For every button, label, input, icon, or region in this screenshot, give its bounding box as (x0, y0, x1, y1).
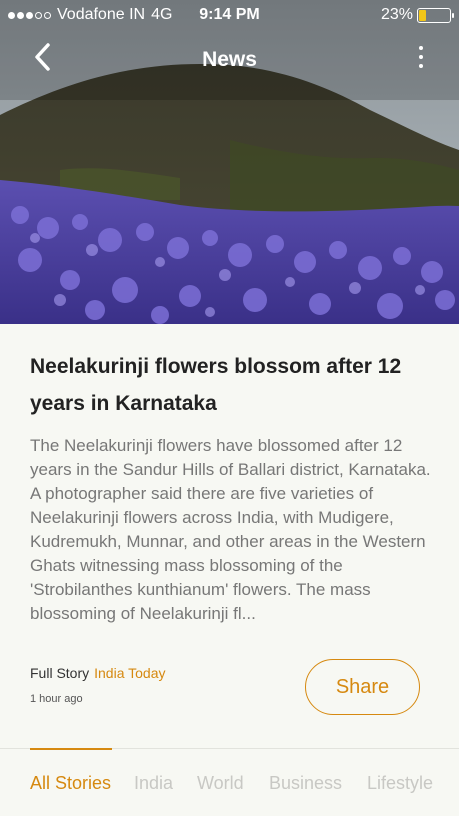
network-type: 4G (151, 6, 173, 23)
tab-world[interactable]: World (197, 773, 244, 794)
carrier-name: Vodafone IN (57, 6, 146, 23)
battery-percent: 23% (380, 6, 413, 23)
tab-india[interactable]: India (134, 773, 173, 794)
nav-bar: News (0, 36, 459, 86)
time-ago: 1 hour ago (30, 693, 83, 705)
full-story-label: Full Story (30, 665, 90, 681)
chevron-left-icon (35, 43, 50, 71)
tab-all-stories[interactable]: All Stories (30, 773, 111, 794)
battery-icon (417, 7, 454, 23)
status-left: Vodafone IN 4G (8, 6, 172, 24)
full-story-line: Full Story India Today (30, 665, 165, 681)
signal-strength-icon (8, 11, 51, 19)
article-headline: Neelakurinji flowers blossom after 12 ye… (30, 355, 402, 415)
share-button[interactable]: Share (305, 659, 420, 715)
status-bar: Vodafone IN 4G 9:14 PM 23% (0, 0, 459, 30)
category-tab-bar: All Stories India World Business Lifesty… (0, 748, 459, 816)
back-button[interactable] (28, 40, 60, 74)
more-options-button[interactable] (413, 42, 429, 72)
nav-title: News (202, 48, 257, 71)
article-meta: Full Story India Today 1 hour ago (30, 665, 165, 705)
status-right: 23% (380, 6, 454, 24)
more-vertical-icon (419, 46, 423, 50)
source-link[interactable]: India Today (94, 665, 165, 681)
active-tab-indicator (30, 748, 112, 750)
tab-business[interactable]: Business (269, 773, 342, 794)
tab-lifestyle[interactable]: Lifestyle (367, 773, 433, 794)
article-card: Neelakurinji flowers blossom after 12 ye… (0, 324, 459, 748)
article-body: The Neelakurinji flowers have blossomed … (30, 436, 431, 623)
